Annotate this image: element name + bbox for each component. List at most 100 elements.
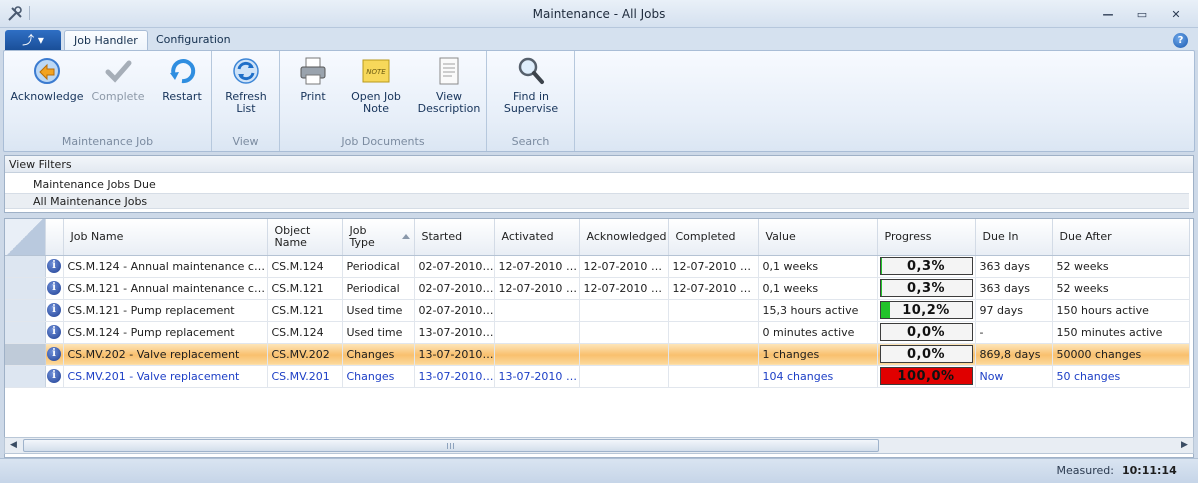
table-row[interactable]: i CS.M.124 - Annual maintenance check CS.M… xyxy=(5,255,1190,278)
row-selector[interactable] xyxy=(5,321,46,344)
cell-completed xyxy=(668,343,759,366)
row-icon-cell: i xyxy=(45,299,64,322)
row-icon-cell: i xyxy=(45,343,64,366)
open-job-note-button[interactable]: NOTE Open Job Note xyxy=(344,55,408,115)
cell-name: CS.M.121 - Annual maintenance check xyxy=(63,277,268,300)
table-row[interactable]: i CS.MV.202 - Valve replacement CS.MV.202 C… xyxy=(5,343,1190,366)
tab-configuration[interactable]: Configuration xyxy=(147,30,240,50)
scroll-thumb[interactable] xyxy=(23,439,879,452)
table-row[interactable]: i CS.M.121 - Pump replacement CS.M.121 Used… xyxy=(5,299,1190,322)
header-progress[interactable]: Progress xyxy=(877,219,976,256)
open-job-note-label-line2: Note xyxy=(362,102,390,115)
info-icon: i xyxy=(47,369,61,383)
view-filters-panel: View Filters Maintenance Jobs Due All Ma… xyxy=(4,155,1194,213)
cell-value: 0 minutes active xyxy=(758,321,878,344)
jobs-table: Job Name Object Name Job Type Started Acti… xyxy=(5,219,1190,388)
cell-value: 1 changes xyxy=(758,343,878,366)
complete-button[interactable]: Complete xyxy=(90,55,146,103)
magnifier-icon xyxy=(518,57,544,84)
cell-value: 0,1 weeks xyxy=(758,255,878,278)
row-selector[interactable] xyxy=(5,255,46,278)
cell-completed: 12-07-2010 08:... xyxy=(668,255,759,278)
find-label-line2: Supervise xyxy=(503,102,559,115)
cell-due-after: 52 weeks xyxy=(1052,255,1190,278)
restart-label: Restart xyxy=(162,90,202,103)
header-started[interactable]: Started xyxy=(414,219,495,256)
header-acknowledged[interactable]: Acknowledged xyxy=(579,219,669,256)
help-icon[interactable]: ? xyxy=(1173,33,1188,48)
cell-name: CS.M.124 - Annual maintenance check xyxy=(63,255,268,278)
cell-type: Changes xyxy=(342,343,415,366)
filter-all-maintenance-jobs[interactable]: All Maintenance Jobs xyxy=(5,193,1189,209)
progress-bar: 0,3% xyxy=(879,257,973,275)
header-due-after[interactable]: Due After xyxy=(1052,219,1190,256)
cell-due-after: 150 minutes active xyxy=(1052,321,1190,344)
cell-acknowledged: 12-07-2010 08:... xyxy=(579,255,669,278)
header-completed[interactable]: Completed xyxy=(668,219,759,256)
cell-due-in: 869,8 days xyxy=(975,343,1053,366)
cell-type: Used time xyxy=(342,299,415,322)
select-all-corner[interactable] xyxy=(5,219,46,256)
row-icon-cell: i xyxy=(45,255,64,278)
group-maintenance-job: Acknowledge Complete Restart Maintenance… xyxy=(4,51,212,151)
cell-name: CS.MV.202 - Valve replacement xyxy=(63,343,268,366)
cell-activated xyxy=(494,343,580,366)
row-selector[interactable] xyxy=(5,277,46,300)
header-activated[interactable]: Activated xyxy=(494,219,580,256)
progress-bar: 0,0% xyxy=(879,323,973,341)
document-icon xyxy=(439,57,459,85)
header-due-in[interactable]: Due In xyxy=(975,219,1053,256)
cell-due-after: 50000 changes xyxy=(1052,343,1190,366)
row-selector[interactable] xyxy=(5,299,46,322)
header-icon-column xyxy=(45,219,64,256)
minimize-button[interactable]: — xyxy=(1098,7,1118,23)
grid-header-row: Job Name Object Name Job Type Started Acti… xyxy=(5,219,1190,256)
cell-type: Used time xyxy=(342,321,415,344)
row-selector[interactable] xyxy=(5,343,46,366)
refresh-list-button[interactable]: Refresh List xyxy=(218,55,274,115)
view-description-button[interactable]: View Description xyxy=(414,55,484,115)
restart-button[interactable]: Restart xyxy=(154,55,210,103)
table-row[interactable]: i CS.M.124 - Pump replacement CS.M.124 Used… xyxy=(5,321,1190,344)
cell-object: CS.M.124 xyxy=(267,255,343,278)
title-bar: Maintenance - All Jobs — ▭ ✕ xyxy=(0,0,1198,28)
cell-started: 02-07-2010 0... xyxy=(414,255,495,278)
scroll-left-button[interactable]: ◀ xyxy=(5,438,22,453)
cell-progress: 0,3% xyxy=(877,277,976,300)
cell-started: 13-07-2010 0... xyxy=(414,321,495,344)
row-selector[interactable] xyxy=(5,365,46,388)
view-description-label-line2: Description xyxy=(417,102,481,115)
acknowledge-button[interactable]: Acknowledge xyxy=(10,55,84,103)
progress-text: 100,0% xyxy=(897,369,955,384)
group-search: Find in Supervise Search xyxy=(487,51,575,151)
scroll-right-button[interactable]: ▶ xyxy=(1176,438,1193,453)
header-object-name[interactable]: Object Name xyxy=(267,219,343,256)
cell-type: Periodical xyxy=(342,255,415,278)
cell-activated xyxy=(494,299,580,322)
info-icon: i xyxy=(47,259,61,273)
cell-object: CS.M.124 xyxy=(267,321,343,344)
cell-completed: 12-07-2010 08:... xyxy=(668,277,759,300)
table-row[interactable]: i CS.MV.201 - Valve replacement CS.MV.201 C… xyxy=(5,365,1190,388)
horizontal-scrollbar[interactable]: ◀ ▶ xyxy=(4,437,1194,454)
tab-job-handler[interactable]: Job Handler xyxy=(64,30,148,50)
close-button[interactable]: ✕ xyxy=(1166,7,1186,23)
table-row[interactable]: i CS.M.121 - Annual maintenance check CS.M… xyxy=(5,277,1190,300)
cell-completed xyxy=(668,299,759,322)
app-menu-button[interactable]: ⤴ ▾ xyxy=(5,30,61,50)
cell-due-in: 97 days xyxy=(975,299,1053,322)
note-icon-text: NOTE xyxy=(366,68,386,76)
status-bar: Measured: 10:11:14 xyxy=(0,458,1198,483)
header-job-type[interactable]: Job Type xyxy=(342,219,415,256)
progress-text: 0,3% xyxy=(906,281,946,296)
find-in-supervise-button[interactable]: Find in Supervise xyxy=(497,55,565,115)
sort-ascending-icon xyxy=(401,234,410,239)
cell-due-after: 150 hours active xyxy=(1052,299,1190,322)
header-job-name[interactable]: Job Name xyxy=(63,219,268,256)
filter-maintenance-jobs-due[interactable]: Maintenance Jobs Due xyxy=(5,177,1189,193)
print-button[interactable]: Print xyxy=(288,55,338,103)
cell-object: CS.MV.202 xyxy=(267,343,343,366)
cell-name: CS.MV.201 - Valve replacement xyxy=(63,365,268,388)
header-value[interactable]: Value xyxy=(758,219,878,256)
maximize-button[interactable]: ▭ xyxy=(1132,7,1152,23)
